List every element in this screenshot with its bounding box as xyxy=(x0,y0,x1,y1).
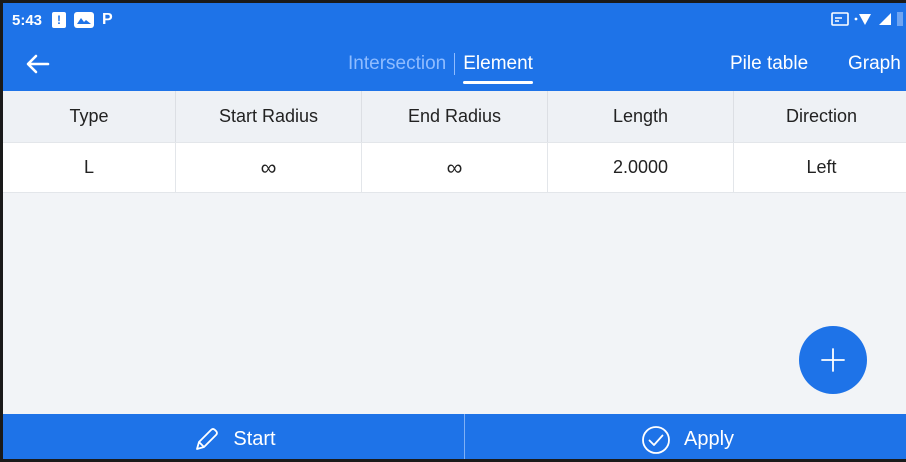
status-bar: 5:43 ! P xyxy=(3,3,906,37)
start-button[interactable]: Start xyxy=(3,414,465,459)
apply-label: Apply xyxy=(683,428,735,450)
add-element-button[interactable] xyxy=(799,326,867,394)
parking-icon: P xyxy=(102,11,113,28)
photo-icon xyxy=(74,12,95,28)
app-bar: Intersection Element Pile table Graph xyxy=(3,37,906,91)
plus-icon xyxy=(821,348,845,372)
column-header-start-radius: Start Radius xyxy=(176,91,362,142)
tab-intersection[interactable]: Intersection xyxy=(348,53,446,75)
check-circle-icon xyxy=(642,425,670,454)
status-right-icons xyxy=(831,11,903,27)
tab-element[interactable]: Element xyxy=(463,53,533,84)
start-label: Start xyxy=(233,428,276,450)
element-table: Type Start Radius End Radius Length Dire… xyxy=(3,91,906,193)
cell-direction: Left xyxy=(806,157,837,177)
cell-type: L xyxy=(3,143,176,192)
pencil-icon xyxy=(196,427,219,450)
status-time: 5:43 xyxy=(12,11,43,29)
cast-icon xyxy=(831,12,849,26)
back-button[interactable] xyxy=(23,49,53,79)
battery-icon xyxy=(897,12,903,26)
alert-icon: ! xyxy=(52,12,67,28)
pile-table-button[interactable]: Pile table xyxy=(730,53,808,75)
column-header-length: Length xyxy=(548,91,734,142)
table-row[interactable]: L ∞ ∞ 2.0000 Left xyxy=(3,142,906,193)
cell-length: 2.0000 xyxy=(548,143,734,192)
column-header-direction: Direction xyxy=(785,106,858,126)
column-header-type: Type xyxy=(3,91,176,142)
column-header-end-radius: End Radius xyxy=(362,91,548,142)
apply-button[interactable]: Apply xyxy=(465,414,906,459)
wifi-icon xyxy=(854,14,871,25)
graph-button[interactable]: Graph xyxy=(848,53,901,75)
active-tab-indicator xyxy=(463,81,533,84)
bottom-bar: Start Apply xyxy=(3,414,906,459)
tab-divider xyxy=(454,53,456,75)
arrow-left-icon xyxy=(26,54,50,74)
cell-end-radius: ∞ xyxy=(362,143,548,192)
cell-start-radius: ∞ xyxy=(176,143,362,192)
app-screen: 5:43 ! P Intersection Element Pile table… xyxy=(0,0,906,462)
table-header-row: Type Start Radius End Radius Length Dire… xyxy=(3,91,906,142)
signal-icon xyxy=(879,13,891,25)
tab-element-label: Element xyxy=(463,53,533,74)
tab-bar: Intersection Element xyxy=(348,53,533,84)
